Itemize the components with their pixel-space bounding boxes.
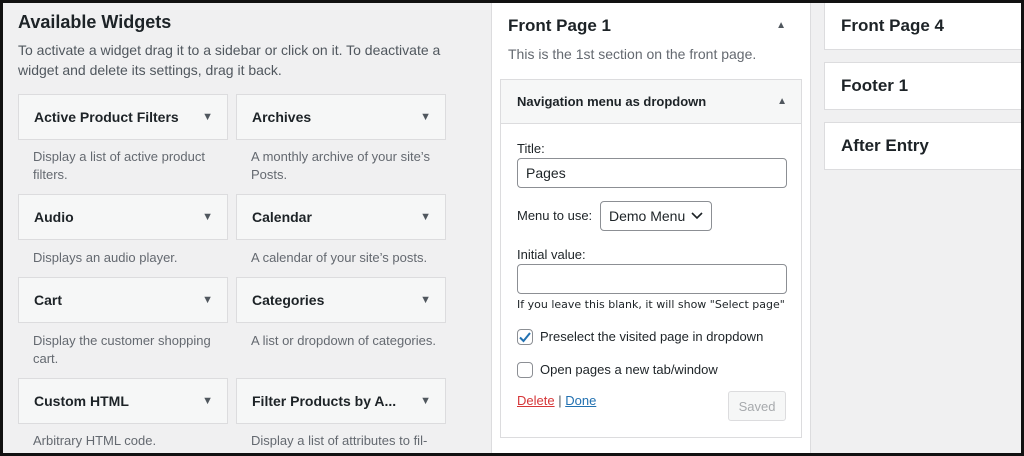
saved-button[interactable]: Saved xyxy=(728,391,786,421)
title-label: Title: xyxy=(517,141,545,156)
widget-description: Display a list of active product filters… xyxy=(33,149,205,182)
widget-description: Displays an audio player. xyxy=(33,250,178,265)
widget-description: Arbitrary HTML code. xyxy=(33,433,157,448)
checkmark-icon xyxy=(519,332,531,343)
widget-name: Custom HTML xyxy=(34,393,129,409)
widget-archives[interactable]: Archives ▼ xyxy=(236,94,446,140)
widget-filter-products-by-attribute[interactable]: Filter Products by A... ▼ xyxy=(236,378,446,424)
caret-down-icon[interactable]: ▼ xyxy=(202,111,213,123)
widget-cart[interactable]: Cart ▼ xyxy=(18,277,228,323)
widget-description: A monthly archive of your site’s Posts. xyxy=(251,149,430,182)
widget-calendar[interactable]: Calendar ▼ xyxy=(236,194,446,240)
sidebar-front-page-4[interactable]: Front Page 4 xyxy=(824,2,1024,50)
available-widgets-description: To activate a widget drag it to a sideba… xyxy=(18,42,441,78)
caret-down-icon[interactable]: ▼ xyxy=(420,211,431,223)
widget-name: Cart xyxy=(34,292,63,308)
widget-categories[interactable]: Categories ▼ xyxy=(236,277,446,323)
initial-value-hint: If you leave this blank, it will show "S… xyxy=(517,298,785,311)
open-new-tab-label[interactable]: Open pages a new tab/window xyxy=(540,362,718,377)
initial-value-label: Initial value: xyxy=(517,247,586,262)
menu-label: Menu to use: xyxy=(517,208,593,223)
widget-name: Calendar xyxy=(252,209,312,225)
widget-name: Archives xyxy=(252,109,312,125)
preselect-checkbox[interactable] xyxy=(517,329,533,345)
widget-custom-html[interactable]: Custom HTML ▼ xyxy=(18,378,228,424)
caret-down-icon[interactable]: ▼ xyxy=(202,294,213,306)
right-sidebar-column: Front Page 4 Footer 1 After Entry xyxy=(824,0,1024,456)
widget-name: Filter Products by A... xyxy=(252,393,397,409)
widget-description: A calendar of your site’s posts. xyxy=(251,250,428,265)
available-widgets-title: Available Widgets xyxy=(18,12,172,32)
sidebar-after-entry[interactable]: After Entry xyxy=(824,122,1024,170)
chevron-down-icon xyxy=(691,212,703,220)
widget-name: Audio xyxy=(34,209,74,225)
sidebar-footer-1[interactable]: Footer 1 xyxy=(824,62,1024,110)
delete-link[interactable]: Delete xyxy=(517,393,555,408)
initial-value-input[interactable] xyxy=(517,264,787,294)
placed-widget-navigation-menu: Navigation menu as dropdown ▲ Title: Men… xyxy=(500,79,802,438)
widget-active-product-filters[interactable]: Active Product Filters ▼ xyxy=(18,94,228,140)
open-new-tab-checkbox[interactable] xyxy=(517,362,533,378)
caret-up-icon[interactable]: ▲ xyxy=(776,20,786,31)
caret-down-icon[interactable]: ▼ xyxy=(420,395,431,407)
sidebar-description: This is the 1st section on the front pag… xyxy=(508,46,757,62)
caret-down-icon[interactable]: ▼ xyxy=(202,395,213,407)
widget-actions: Delete | Done xyxy=(517,393,596,408)
caret-down-icon[interactable]: ▼ xyxy=(202,211,213,223)
widget-audio[interactable]: Audio ▼ xyxy=(18,194,228,240)
preselect-label[interactable]: Preselect the visited page in dropdown xyxy=(540,329,763,344)
sidebar-title[interactable]: Front Page 1 xyxy=(508,16,611,36)
widget-description: A list or dropdown of categories. xyxy=(251,333,436,348)
placed-widget-header[interactable]: Navigation menu as dropdown ▲ xyxy=(501,80,801,124)
caret-down-icon[interactable]: ▼ xyxy=(420,111,431,123)
caret-up-icon[interactable]: ▲ xyxy=(777,96,787,107)
widget-description: Display the customer shopping cart. xyxy=(33,333,211,366)
widget-name: Categories xyxy=(252,292,325,308)
placed-widget-title: Navigation menu as dropdown xyxy=(517,94,707,109)
menu-selected-value: Demo Menu xyxy=(609,208,686,224)
done-link[interactable]: Done xyxy=(565,393,596,408)
caret-down-icon[interactable]: ▼ xyxy=(420,294,431,306)
title-input[interactable] xyxy=(517,158,787,188)
action-separator: | xyxy=(558,393,562,408)
widget-name: Active Product Filters xyxy=(34,109,179,125)
widget-description: Display a list of attributes to fil- xyxy=(251,433,428,448)
menu-select[interactable]: Demo Menu xyxy=(600,201,712,231)
sidebar-front-page-1: Front Page 1 ▲ This is the 1st section o… xyxy=(491,0,811,456)
